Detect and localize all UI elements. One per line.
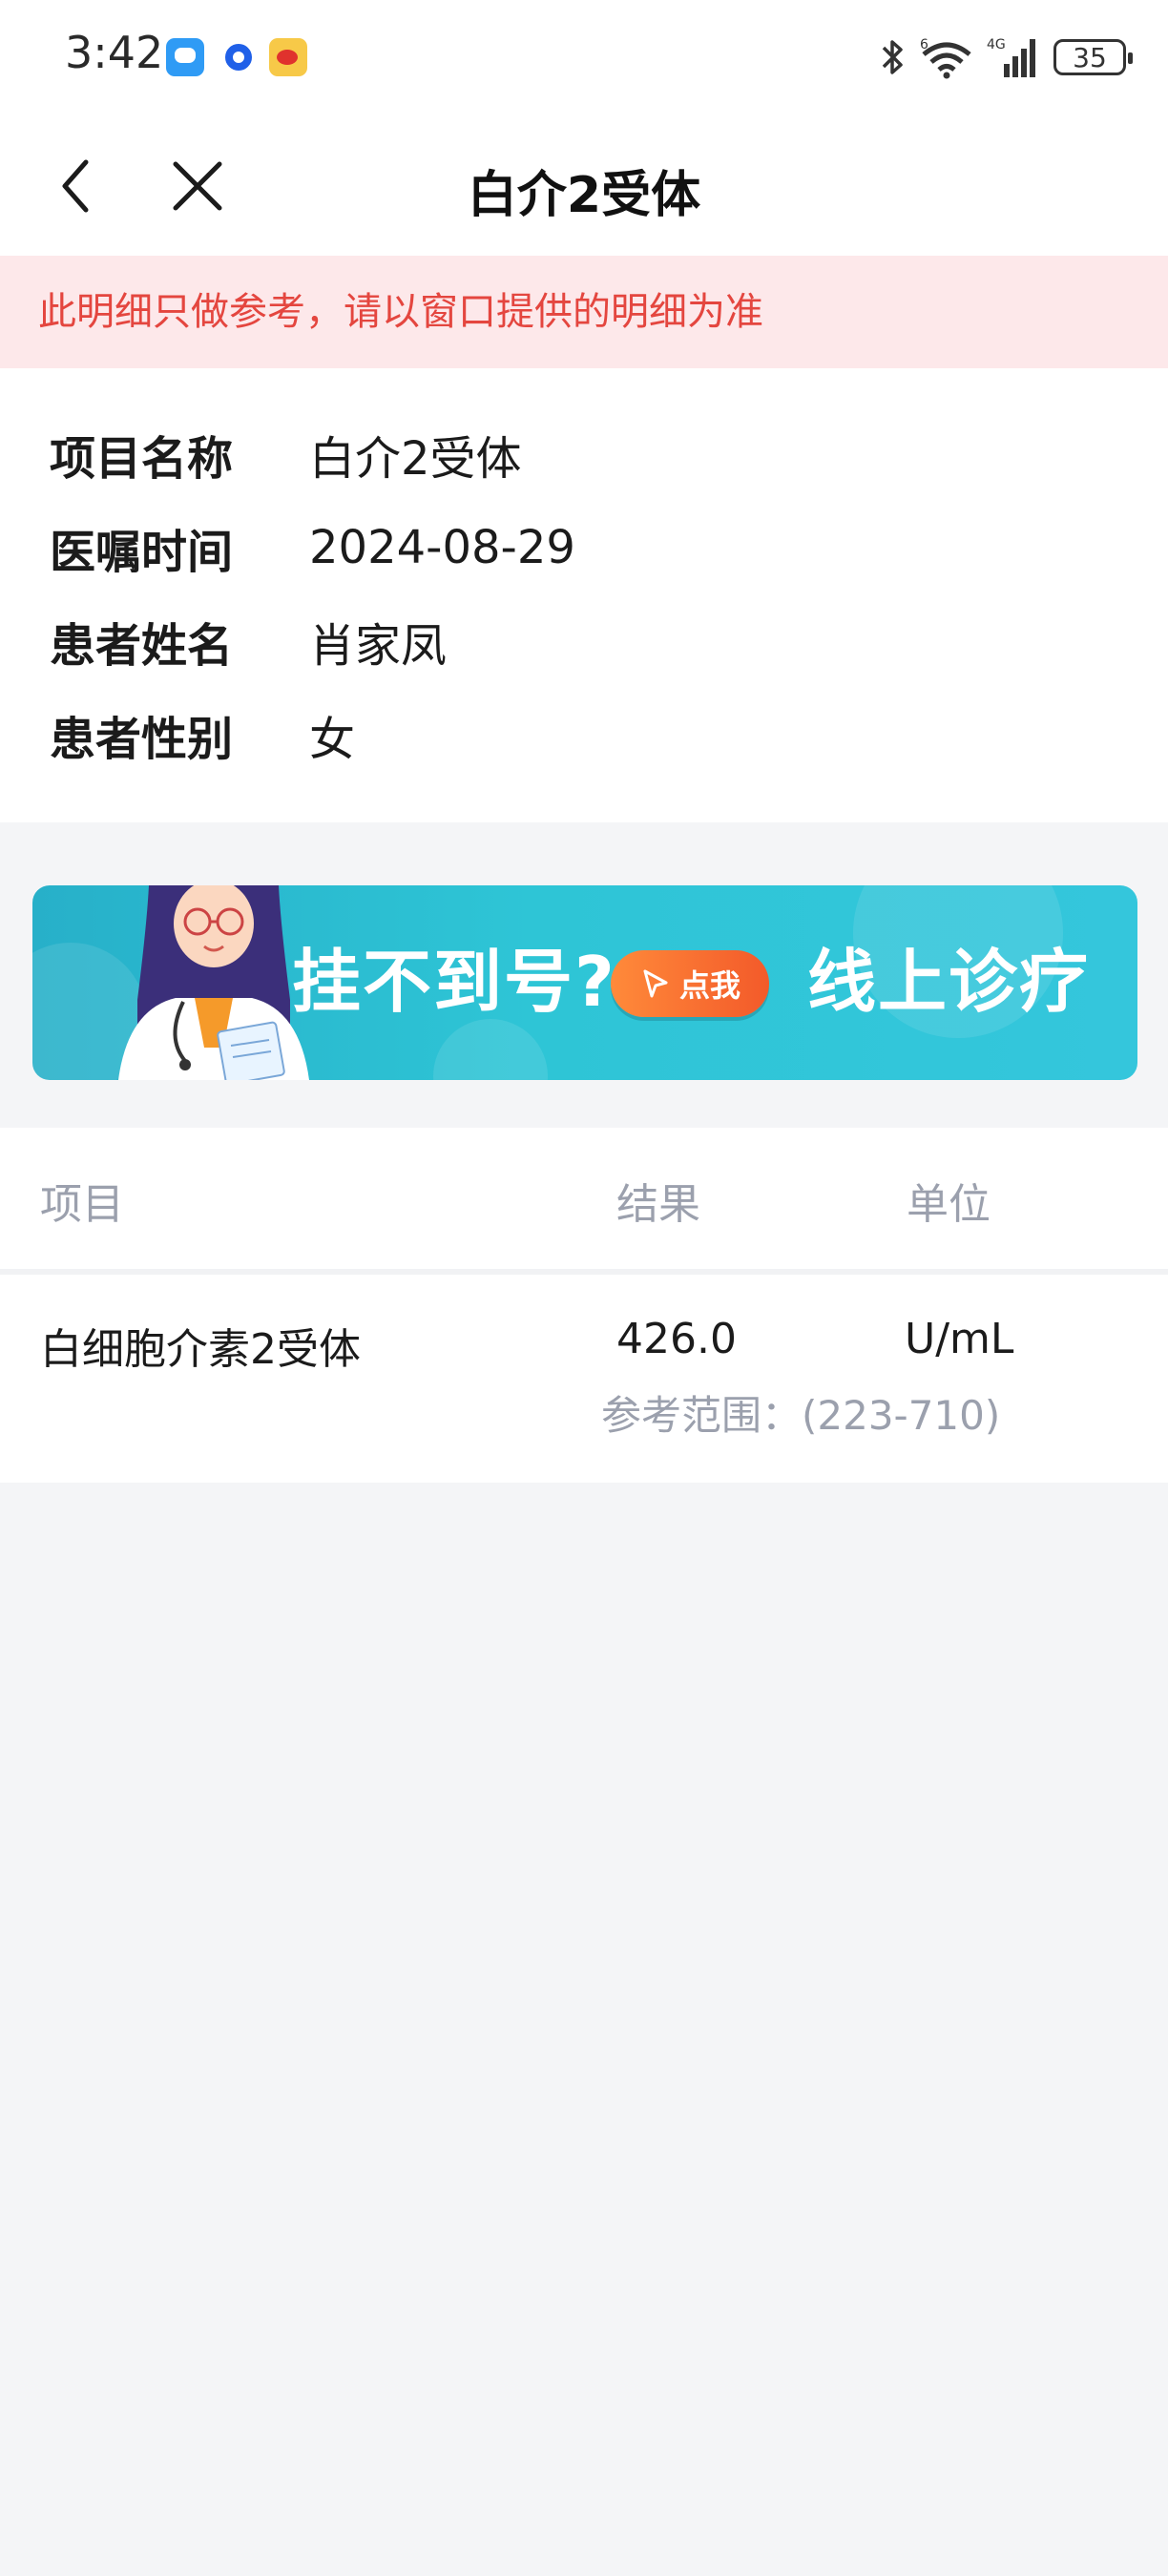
nav-header: 白介2受体 [0, 114, 1168, 256]
results-table: 项目 结果 单位 白细胞介素2受体 426.0 U/mL 参考范围：(223-7… [0, 1128, 1168, 1483]
info-card: 项目名称 白介2受体 医嘱时间 2024-08-29 患者姓名 肖家凤 患者性别… [0, 368, 1168, 822]
cursor-icon [643, 969, 668, 998]
info-label: 医嘱时间 [50, 526, 234, 579]
banner-decoration [433, 1019, 548, 1080]
result-value: 426.0 [616, 1315, 737, 1363]
banner-cta-text: 线上诊疗 [807, 942, 1091, 1022]
result-name: 白细胞介素2受体 [40, 1325, 361, 1374]
status-icons: 6 4G 35 [880, 31, 1133, 84]
baidu-app-icon [219, 38, 258, 76]
online-consult-banner[interactable]: 挂不到号? 点我 线上诊疗 [32, 885, 1137, 1080]
table-divider [0, 1269, 1168, 1275]
column-header-result: 结果 [616, 1180, 700, 1229]
info-value: 肖家凤 [309, 619, 448, 673]
column-header-item: 项目 [40, 1180, 124, 1229]
info-label: 患者姓名 [50, 619, 234, 673]
status-bar: 3:42 6 4G 35 [0, 0, 1168, 114]
network-type: 4G [987, 37, 1006, 52]
bluetooth-icon [882, 40, 903, 74]
reference-range: 参考范围：(223-710) [601, 1392, 1001, 1439]
page-title: 白介2受体 [467, 167, 701, 224]
signal-icon: 4G [987, 37, 1035, 77]
result-unit: U/mL [905, 1315, 1014, 1363]
battery-icon: 35 [1053, 39, 1133, 75]
message-app-icon [166, 38, 204, 76]
notice-banner: 此明细只做参考，请以窗口提供的明细为准 [0, 256, 1168, 368]
status-time: 3:42 [65, 27, 164, 78]
weibo-app-icon [269, 38, 307, 76]
wifi-badge: 6 [920, 37, 928, 52]
column-header-unit: 单位 [907, 1180, 991, 1229]
wifi-icon: 6 [920, 37, 971, 79]
banner-headline: 挂不到号? [292, 942, 616, 1022]
info-value: 女 [309, 713, 356, 766]
info-label: 患者性别 [50, 713, 234, 766]
info-label: 项目名称 [50, 432, 234, 486]
click-me-button[interactable]: 点我 [611, 950, 769, 1017]
click-me-label: 点我 [678, 967, 740, 1004]
info-value: 2024-08-29 [309, 521, 575, 574]
battery-level: 35 [1073, 41, 1107, 73]
info-value: 白介2受体 [309, 432, 522, 486]
